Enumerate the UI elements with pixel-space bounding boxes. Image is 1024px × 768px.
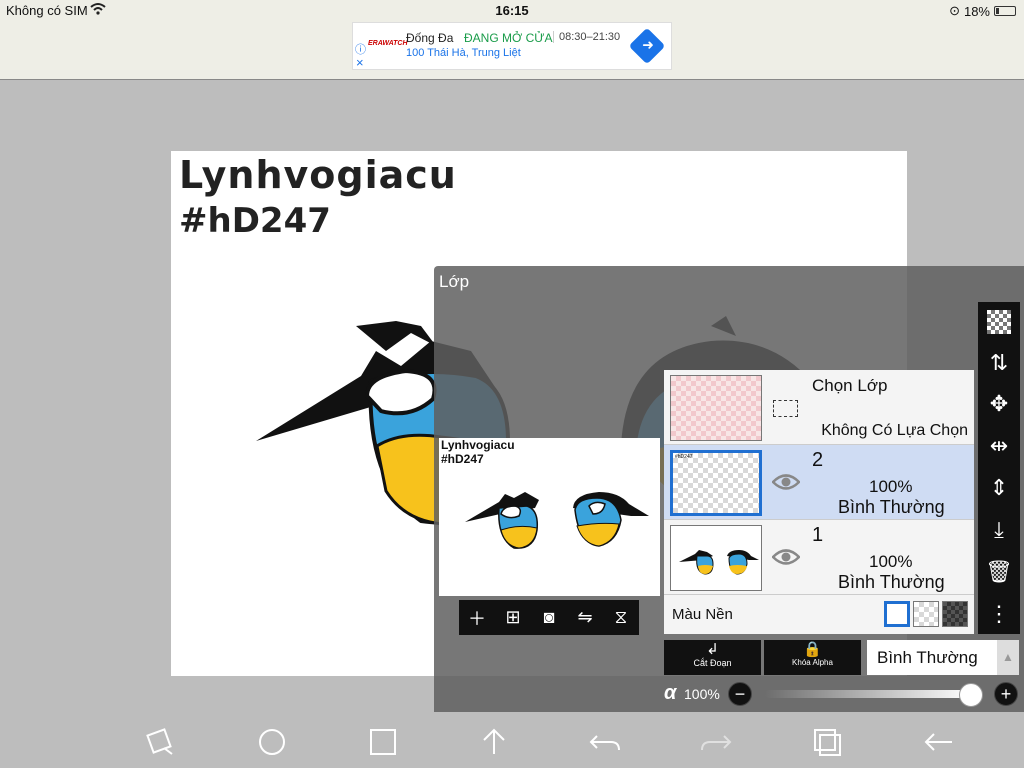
status-bar: Không có SIM 16:15 ⊙ 18%: [0, 0, 1024, 20]
merge-down-icon[interactable]: ⤓: [978, 510, 1020, 550]
flip-icon[interactable]: ⇋: [570, 607, 600, 628]
layer-blend-mode: Bình Thường: [838, 497, 945, 517]
layers-icon[interactable]: [807, 722, 847, 762]
layer-panel: Lớp Lynhvogiacu #hD247 ＋ ⊞ ◙ ⇋ ⧖ Chọn Lớ…: [434, 266, 1024, 712]
rectangle-icon[interactable]: [363, 722, 403, 762]
back-icon[interactable]: [918, 722, 958, 762]
ad-bar: ⓘ × ERAWATCH Đống Đa ĐANG MỞ CỬA 08:30–2…: [0, 20, 1024, 80]
blend-mode-value: Bình Thường: [877, 648, 978, 667]
ad-close-icon[interactable]: ×: [356, 55, 364, 70]
add-image-layer-icon[interactable]: ⊞: [498, 607, 528, 628]
chevron-up-icon: ▲: [997, 640, 1019, 675]
opacity-value: 100%: [684, 686, 720, 702]
layer-thumbnail: #hD247: [670, 450, 762, 516]
ad-open-status: ĐANG MỞ CỬA: [464, 31, 553, 45]
battery-status: ⊙ 18%: [949, 3, 1016, 19]
undo-icon[interactable]: [585, 722, 625, 762]
opacity-slider[interactable]: [765, 690, 971, 698]
merge-icon[interactable]: ⧖: [606, 607, 636, 628]
more-icon[interactable]: ⋮: [978, 594, 1020, 634]
layer-opacity: 100%: [869, 477, 913, 496]
camera-icon[interactable]: ◙: [534, 607, 564, 628]
background-swatch-white[interactable]: [884, 601, 910, 627]
move-icon[interactable]: ✥: [978, 384, 1020, 424]
visibility-eye-icon[interactable]: [772, 473, 800, 491]
layer-blend-mode: Bình Thường: [838, 572, 945, 592]
ad-store-name: Đống Đa: [406, 31, 454, 45]
alpha-symbol: α: [664, 682, 677, 704]
panel-title: Lớp: [439, 272, 470, 291]
layer-list: Chọn Lớp Không Có Lựa Chọn #hD247 2 100%…: [664, 370, 974, 634]
checker-icon[interactable]: [978, 302, 1020, 342]
selection-marquee-icon: [773, 400, 798, 417]
select-layer-title: Chọn Lớp: [812, 376, 888, 395]
layer-number: 2: [812, 449, 824, 471]
opacity-row: α 100% − +: [664, 680, 1020, 708]
bottom-toolbar: [0, 716, 1024, 768]
orientation-lock-icon: ⊙: [949, 3, 960, 18]
ad-directions-icon[interactable]: ➜: [628, 27, 666, 65]
layer-row[interactable]: #hD247 2 100% Bình Thường: [664, 445, 974, 520]
alpha-lock-button[interactable]: 🔒 Khóa Alpha: [764, 640, 861, 675]
battery-percent: 18%: [963, 3, 990, 19]
opacity-minus-button[interactable]: −: [728, 682, 752, 706]
ad-hours: 08:30–21:30: [553, 31, 620, 43]
layer-row[interactable]: 1 100% Bình Thường: [664, 520, 974, 595]
clipping-label: Cắt Đoạn: [693, 658, 732, 668]
ad-banner[interactable]: ⓘ × ERAWATCH Đống Đa ĐANG MỞ CỬA 08:30–2…: [352, 22, 672, 70]
clock: 16:15: [495, 3, 529, 18]
ad-address: 100 Thái Hà, Trung Liệt: [406, 47, 521, 59]
alpha-lock-label: Khóa Alpha: [792, 658, 833, 667]
flip-horizontal-icon[interactable]: ⇹: [978, 426, 1020, 466]
add-layer-icon[interactable]: ＋: [462, 605, 492, 631]
clipping-arrow-icon: ↲: [706, 641, 719, 658]
layer-side-toolbar: ⇅ ✥ ⇹ ⇕ ⤓ 🗑 ⋮: [978, 302, 1020, 634]
flip-vertical-icon[interactable]: ⇕: [978, 468, 1020, 508]
layer-opacity: 100%: [869, 552, 913, 571]
background-swatch-transparent[interactable]: [913, 601, 939, 627]
trash-icon[interactable]: 🗑: [978, 552, 1020, 592]
thumb-signature: #hD247: [675, 454, 693, 460]
battery-icon: [994, 6, 1016, 16]
ellipse-icon[interactable]: [252, 722, 292, 762]
preview-toolbar: ＋ ⊞ ◙ ⇋ ⧖: [459, 600, 639, 635]
layer-number: 1: [812, 524, 824, 546]
canvas-preview: Lynhvogiacu #hD247: [439, 438, 660, 596]
ad-logo: ERAWATCH: [368, 40, 408, 47]
select-layer-subtitle: Không Có Lựa Chọn: [821, 422, 968, 439]
select-layer-row[interactable]: Chọn Lớp Không Có Lựa Chọn: [664, 370, 974, 445]
blend-mode-select[interactable]: Bình Thường ▲: [867, 640, 1019, 675]
transfer-icon[interactable]: ⇅: [978, 343, 1020, 383]
opacity-plus-button[interactable]: +: [994, 682, 1018, 706]
opacity-slider-knob[interactable]: [959, 683, 983, 707]
background-color-label: Màu Nền: [672, 606, 733, 623]
arrow-up-icon[interactable]: [474, 722, 514, 762]
background-color-row: Màu Nền: [664, 595, 974, 634]
selection-thumbnail: [670, 375, 762, 441]
clipping-button[interactable]: ↲ Cắt Đoạn: [664, 640, 761, 675]
background-swatch-dark[interactable]: [942, 601, 968, 627]
redo-icon[interactable]: [696, 722, 736, 762]
thumb-eyes-artwork: [679, 550, 759, 575]
layer-thumbnail: [670, 525, 762, 591]
lock-icon: 🔒: [803, 641, 822, 658]
transform-icon[interactable]: [140, 722, 180, 762]
preview-eyes-artwork: [465, 492, 649, 549]
visibility-eye-icon[interactable]: [772, 548, 800, 566]
